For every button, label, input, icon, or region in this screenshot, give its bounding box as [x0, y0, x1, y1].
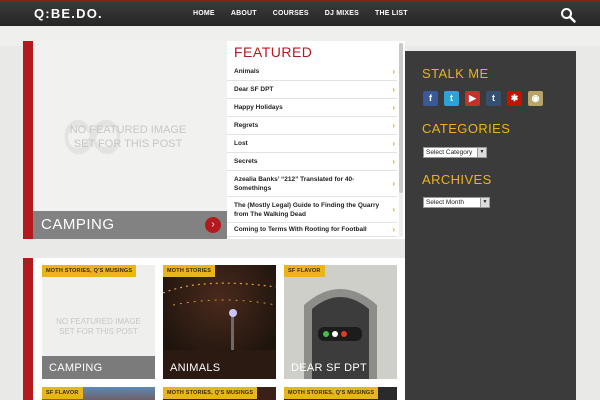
- featured-item[interactable]: Animals ›: [227, 63, 397, 81]
- accent-stripe: [23, 258, 33, 400]
- archives-select[interactable]: Select Month ▼: [423, 197, 490, 208]
- category-tag[interactable]: MOTH STORIES, Q'S MUSINGS: [284, 387, 379, 399]
- scrollbar-thumb[interactable]: [399, 43, 403, 193]
- categories-select[interactable]: Select Category ▼: [423, 147, 487, 158]
- search-icon[interactable]: [560, 7, 576, 23]
- sidebar: STALK ME f t ▶ t ✱ ◉ CATEGORIES Select C…: [405, 51, 576, 400]
- chevron-right-icon: ›: [392, 121, 395, 130]
- chevron-right-icon: ›: [392, 103, 395, 112]
- chevron-right-icon: ›: [392, 179, 395, 188]
- post-card-camping[interactable]: NO FEATURED IMAGE SET FOR THIS POST MOTH…: [42, 265, 155, 379]
- featured-item[interactable]: Lost ›: [227, 135, 397, 153]
- featured-item[interactable]: Dear SF DPT ›: [227, 81, 397, 99]
- chevron-right-icon: ›: [392, 157, 395, 166]
- featured-hero[interactable]: ∞ NO FEATURED IMAGE SET FOR THIS POST CA…: [23, 41, 227, 239]
- lastfm-icon[interactable]: ◉: [528, 91, 543, 106]
- featured-item[interactable]: Regrets ›: [227, 117, 397, 135]
- category-tag[interactable]: SF FLAVOR: [42, 387, 83, 399]
- chevron-right-icon: ›: [392, 205, 395, 214]
- main-nav: HOME ABOUT COURSES DJ MIXES THE LIST: [185, 10, 416, 17]
- card-title[interactable]: ANIMALS: [170, 362, 220, 374]
- card-title-bar[interactable]: ANIMALS: [163, 356, 276, 379]
- nav-the-list[interactable]: THE LIST: [375, 10, 408, 17]
- featured-scrollbar[interactable]: [399, 43, 403, 237]
- chevron-down-icon: ▼: [480, 198, 489, 207]
- card-title-bar[interactable]: DEAR SF DPT: [284, 356, 397, 379]
- chevron-right-icon: ›: [392, 67, 395, 76]
- tumblr-icon[interactable]: t: [486, 91, 501, 106]
- featured-heading: FEATURED: [234, 44, 313, 60]
- nav-about[interactable]: ABOUT: [231, 10, 257, 17]
- hero-placeholder-text: NO FEATURED IMAGE SET FOR THIS POST: [69, 124, 187, 150]
- archives-heading: ARCHIVES: [422, 172, 492, 187]
- category-tag[interactable]: MOTH STORIES, Q'S MUSINGS: [163, 387, 258, 399]
- yelp-icon[interactable]: ✱: [507, 91, 522, 106]
- chevron-down-icon: ▼: [477, 148, 486, 157]
- card-title[interactable]: CAMPING: [49, 362, 102, 374]
- category-tag[interactable]: MOTH STORIES: [163, 265, 216, 277]
- post-card-dear-sf-dpt[interactable]: SF FLAVOR DEAR SF DPT: [284, 265, 397, 379]
- chevron-right-icon: ›: [392, 139, 395, 148]
- featured-panel: FEATURED Animals › Dear SF DPT › Happy Hol…: [227, 41, 405, 239]
- nav-courses[interactable]: COURSES: [273, 10, 309, 17]
- hero-title-bar[interactable]: CAMPING ›: [33, 211, 227, 239]
- chevron-right-icon: ›: [392, 85, 395, 94]
- featured-item[interactable]: Coming to Terms With Rooting for Footbal…: [227, 223, 397, 237]
- site-logo[interactable]: Q:BE.DO.: [34, 6, 103, 21]
- card-title[interactable]: DEAR SF DPT: [291, 362, 367, 374]
- featured-list: Animals › Dear SF DPT › Happy Holidays › Re…: [227, 63, 397, 237]
- card-placeholder-text: NO FEATURED IMAGE SET FOR THIS POST: [56, 317, 141, 336]
- card-title-bar[interactable]: CAMPING: [42, 356, 155, 379]
- featured-item[interactable]: Azealia Banks’ “212” Translated for 40-S…: [227, 171, 397, 197]
- chevron-right-icon: ›: [392, 225, 395, 234]
- featured-item[interactable]: Happy Holidays ›: [227, 99, 397, 117]
- facebook-icon[interactable]: f: [423, 91, 438, 106]
- youtube-icon[interactable]: ▶: [465, 91, 480, 106]
- category-tag[interactable]: MOTH STORIES, Q'S MUSINGS: [42, 265, 137, 277]
- stalk-me-heading: STALK ME: [422, 66, 489, 81]
- twitter-icon[interactable]: t: [444, 91, 459, 106]
- nav-dj-mixes[interactable]: DJ MIXES: [325, 10, 359, 17]
- nav-home[interactable]: HOME: [193, 10, 215, 17]
- next-arrow-icon[interactable]: ›: [205, 217, 221, 233]
- social-links: f t ▶ t ✱ ◉: [423, 91, 549, 106]
- post-card-moth-stories[interactable]: MOTH STORIES, Q'S MUSINGS: [163, 387, 276, 400]
- post-card-qs-musings[interactable]: MOTH STORIES, Q'S MUSINGS: [284, 387, 397, 400]
- hero-title[interactable]: CAMPING: [41, 216, 115, 233]
- post-card-sf-flavor[interactable]: SF FLAVOR: [42, 387, 155, 400]
- category-tag[interactable]: SF FLAVOR: [284, 265, 325, 277]
- top-header: Q:BE.DO. HOME ABOUT COURSES DJ MIXES THE…: [0, 0, 600, 26]
- post-card-animals[interactable]: MOTH STORIES ANIMALS: [163, 265, 276, 379]
- featured-item[interactable]: The (Mostly Legal) Guide to Finding the …: [227, 197, 397, 223]
- featured-item[interactable]: Secrets ›: [227, 153, 397, 171]
- categories-heading: CATEGORIES: [422, 121, 511, 136]
